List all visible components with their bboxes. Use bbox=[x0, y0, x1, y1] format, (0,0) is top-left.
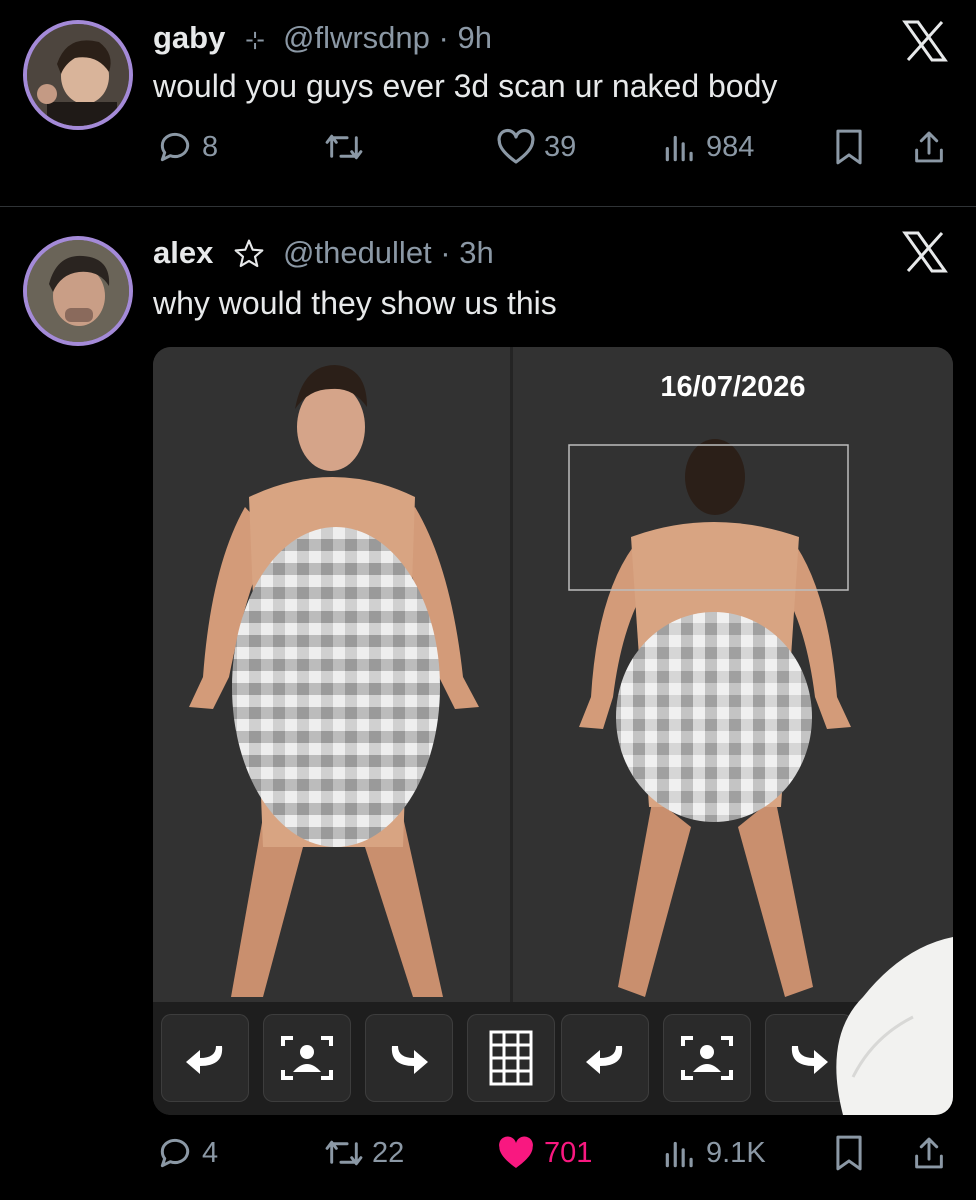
bookmark-button[interactable] bbox=[833, 1134, 865, 1172]
verified-star-icon bbox=[234, 239, 264, 268]
handle-time[interactable]: @thedullet · 3h bbox=[283, 235, 494, 271]
rotate-left-button-2[interactable] bbox=[561, 1014, 649, 1102]
grid-icon bbox=[489, 1030, 533, 1086]
reply-button[interactable]: 8 bbox=[156, 128, 218, 166]
redo-arrow-icon bbox=[391, 1046, 428, 1074]
back-view-panel: 16/07/2026 bbox=[513, 347, 953, 1007]
repost-button[interactable] bbox=[324, 128, 372, 166]
front-view-panel bbox=[153, 347, 510, 1007]
avatar[interactable] bbox=[23, 236, 133, 346]
bookmark-button[interactable] bbox=[833, 128, 865, 166]
like-button[interactable]: 39 bbox=[496, 128, 576, 166]
rotate-right-button[interactable] bbox=[365, 1014, 453, 1102]
display-name[interactable]: gaby bbox=[153, 20, 225, 56]
share-icon bbox=[915, 1137, 943, 1169]
views-count: 984 bbox=[706, 130, 755, 163]
focus-person-button[interactable] bbox=[263, 1014, 351, 1102]
repost-icon bbox=[325, 134, 363, 160]
post-2-actions: 4 22 701 9.1K bbox=[0, 1134, 976, 1184]
reply-icon bbox=[160, 1138, 190, 1168]
repost-count: 22 bbox=[372, 1136, 405, 1169]
repost-button[interactable]: 22 bbox=[324, 1134, 404, 1172]
x-logo-icon[interactable] bbox=[902, 231, 948, 273]
reply-icon bbox=[160, 132, 190, 162]
like-icon bbox=[499, 1136, 533, 1168]
handle-time[interactable]: @flwrsdnp · 9h bbox=[283, 20, 492, 56]
like-count: 701 bbox=[544, 1136, 593, 1169]
views-count: 9.1K bbox=[706, 1136, 766, 1169]
avatar[interactable] bbox=[23, 20, 133, 130]
x-logo-icon[interactable] bbox=[902, 20, 948, 62]
bookmark-icon bbox=[836, 129, 862, 165]
views-icon bbox=[665, 135, 693, 162]
focus-person-button-2[interactable] bbox=[663, 1014, 751, 1102]
post-text: would you guys ever 3d scan ur naked bod… bbox=[153, 68, 778, 104]
share-button[interactable] bbox=[912, 128, 946, 166]
views-button[interactable]: 984 bbox=[662, 128, 754, 166]
person-focus-icon bbox=[681, 1036, 733, 1080]
like-icon bbox=[497, 128, 535, 164]
reply-button[interactable]: 4 bbox=[156, 1134, 218, 1172]
sparkle-icon: ⊹ bbox=[245, 27, 266, 54]
post-media-image[interactable]: 16/07/2026 bbox=[153, 347, 953, 1115]
white-fabric-overlay bbox=[836, 937, 953, 1115]
undo-arrow-icon bbox=[586, 1046, 623, 1074]
bookmark-icon bbox=[836, 1135, 862, 1171]
views-icon bbox=[665, 1141, 693, 1168]
reply-count: 8 bbox=[202, 130, 219, 163]
like-count: 39 bbox=[544, 130, 577, 163]
reply-count: 4 bbox=[202, 1136, 219, 1169]
like-button[interactable]: 701 bbox=[496, 1134, 592, 1172]
post-1[interactable]: gaby ⊹ @flwrsdnp · 9h would you guys eve… bbox=[0, 0, 976, 206]
share-icon bbox=[915, 131, 943, 163]
repost-icon bbox=[325, 1140, 363, 1166]
person-focus-icon bbox=[281, 1036, 333, 1080]
grid-button[interactable] bbox=[467, 1014, 555, 1102]
share-button[interactable] bbox=[912, 1134, 946, 1172]
display-name[interactable]: alex bbox=[153, 235, 213, 271]
rotate-left-button[interactable] bbox=[161, 1014, 249, 1102]
post-text: why would they show us this bbox=[153, 285, 557, 321]
undo-arrow-icon bbox=[186, 1046, 223, 1074]
views-button[interactable]: 9.1K bbox=[662, 1134, 766, 1172]
